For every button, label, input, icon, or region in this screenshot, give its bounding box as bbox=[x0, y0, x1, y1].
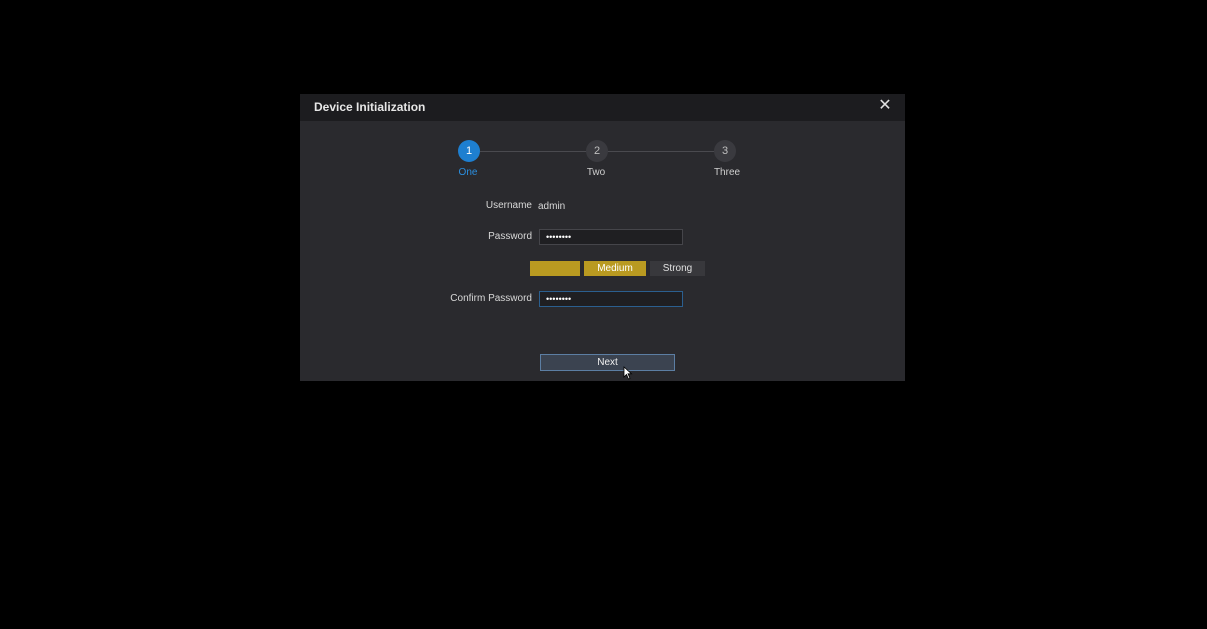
step-2-indicator: 2 bbox=[586, 140, 608, 162]
step-3-label: Three bbox=[713, 167, 741, 178]
stepper-connector-2-3 bbox=[607, 151, 715, 152]
dialog-title: Device Initialization bbox=[314, 100, 426, 114]
password-input[interactable]: •••••••• bbox=[539, 229, 683, 245]
step-2-label: Two bbox=[586, 167, 606, 178]
username-value: admin bbox=[538, 201, 566, 212]
strength-medium-bar: Medium bbox=[584, 261, 646, 276]
dialog-titlebar: Device Initialization ✕ bbox=[300, 94, 905, 121]
confirm-password-input[interactable]: •••••••• bbox=[539, 291, 683, 307]
strength-weak-bar bbox=[530, 261, 580, 276]
stepper-connector-1-2 bbox=[480, 151, 588, 152]
password-label: Password bbox=[488, 231, 532, 242]
step-1-indicator: 1 bbox=[458, 140, 480, 162]
confirm-password-label: Confirm Password bbox=[450, 293, 532, 304]
close-icon[interactable]: ✕ bbox=[877, 98, 893, 114]
mouse-pointer-icon bbox=[623, 366, 633, 380]
device-initialization-dialog: Device Initialization ✕ 1 2 3 One Two Th… bbox=[300, 94, 905, 381]
username-label: Username bbox=[485, 200, 532, 211]
step-1-label: One bbox=[458, 167, 478, 178]
next-button[interactable]: Next bbox=[540, 354, 675, 371]
strength-strong-bar: Strong bbox=[650, 261, 705, 276]
step-3-indicator: 3 bbox=[714, 140, 736, 162]
